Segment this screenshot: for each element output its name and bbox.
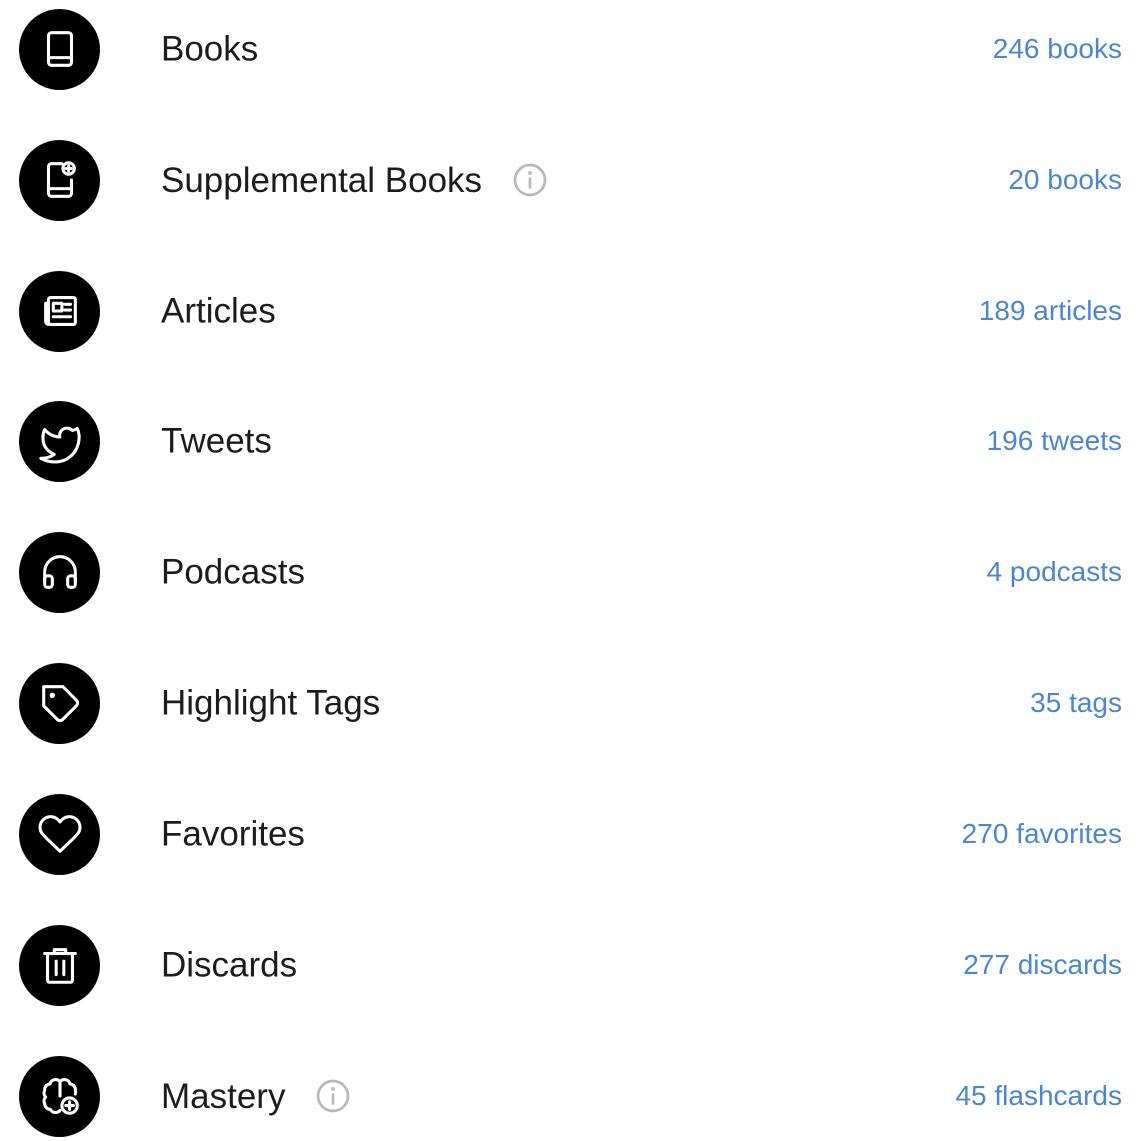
- row-label: Supplemental Books: [161, 160, 483, 200]
- row-count[interactable]: 4 podcasts: [987, 558, 1122, 586]
- row-favorites[interactable]: Favorites 270 favorites: [0, 789, 1148, 879]
- row-label-wrap: Books: [161, 32, 258, 67]
- row-label: Favorites: [161, 814, 305, 854]
- row-highlight-tags[interactable]: Highlight Tags 35 tags: [0, 658, 1148, 748]
- tag-icon: [19, 662, 100, 744]
- row-label: Tweets: [161, 421, 272, 461]
- row-label-wrap: Discards: [161, 948, 297, 983]
- brain-plus-icon: [19, 1055, 100, 1137]
- row-supplemental-books[interactable]: Supplemental Books 20 books: [0, 135, 1148, 225]
- row-count[interactable]: 20 books: [1008, 166, 1122, 194]
- row-discards[interactable]: Discards 277 discards: [0, 920, 1148, 1010]
- row-label-wrap: Highlight Tags: [161, 686, 380, 721]
- row-label: Mastery: [161, 1076, 286, 1116]
- row-label-wrap: Tweets: [161, 424, 272, 459]
- row-books[interactable]: Books 246 books: [0, 4, 1148, 94]
- trash-icon: [19, 924, 100, 1006]
- row-count[interactable]: 189 articles: [979, 297, 1122, 325]
- row-label-wrap: Supplemental Books: [161, 162, 548, 198]
- row-articles[interactable]: Articles 189 articles: [0, 266, 1148, 356]
- row-label: Discards: [161, 945, 298, 985]
- library-category-list: Books 246 books Supplemental Books 20 bo…: [0, 0, 1148, 1137]
- newspaper-icon: [19, 270, 100, 352]
- row-count[interactable]: 246 books: [993, 35, 1122, 63]
- row-label-wrap: Podcasts: [161, 555, 305, 590]
- row-count[interactable]: 35 tags: [1030, 689, 1122, 717]
- row-count[interactable]: 270 favorites: [962, 820, 1122, 848]
- twitter-bird-icon: [19, 400, 100, 482]
- row-podcasts[interactable]: Podcasts 4 podcasts: [0, 527, 1148, 617]
- book-icon: [19, 8, 100, 90]
- headphones-icon: [19, 531, 100, 613]
- supplemental-book-icon: [19, 139, 100, 221]
- row-label: Highlight Tags: [161, 683, 381, 723]
- info-icon[interactable]: [512, 162, 548, 198]
- row-label: Articles: [161, 291, 276, 331]
- row-count[interactable]: 277 discards: [963, 951, 1122, 979]
- info-icon[interactable]: [315, 1078, 351, 1114]
- row-label: Books: [161, 29, 259, 69]
- heart-icon: [19, 793, 100, 875]
- row-tweets[interactable]: Tweets 196 tweets: [0, 396, 1148, 486]
- row-count[interactable]: 45 flashcards: [955, 1082, 1122, 1110]
- row-label-wrap: Favorites: [161, 817, 305, 852]
- row-label-wrap: Articles: [161, 294, 276, 329]
- row-count[interactable]: 196 tweets: [987, 427, 1122, 455]
- row-label: Podcasts: [161, 552, 305, 592]
- row-label-wrap: Mastery: [161, 1078, 351, 1114]
- row-mastery[interactable]: Mastery 45 flashcards: [0, 1051, 1148, 1141]
